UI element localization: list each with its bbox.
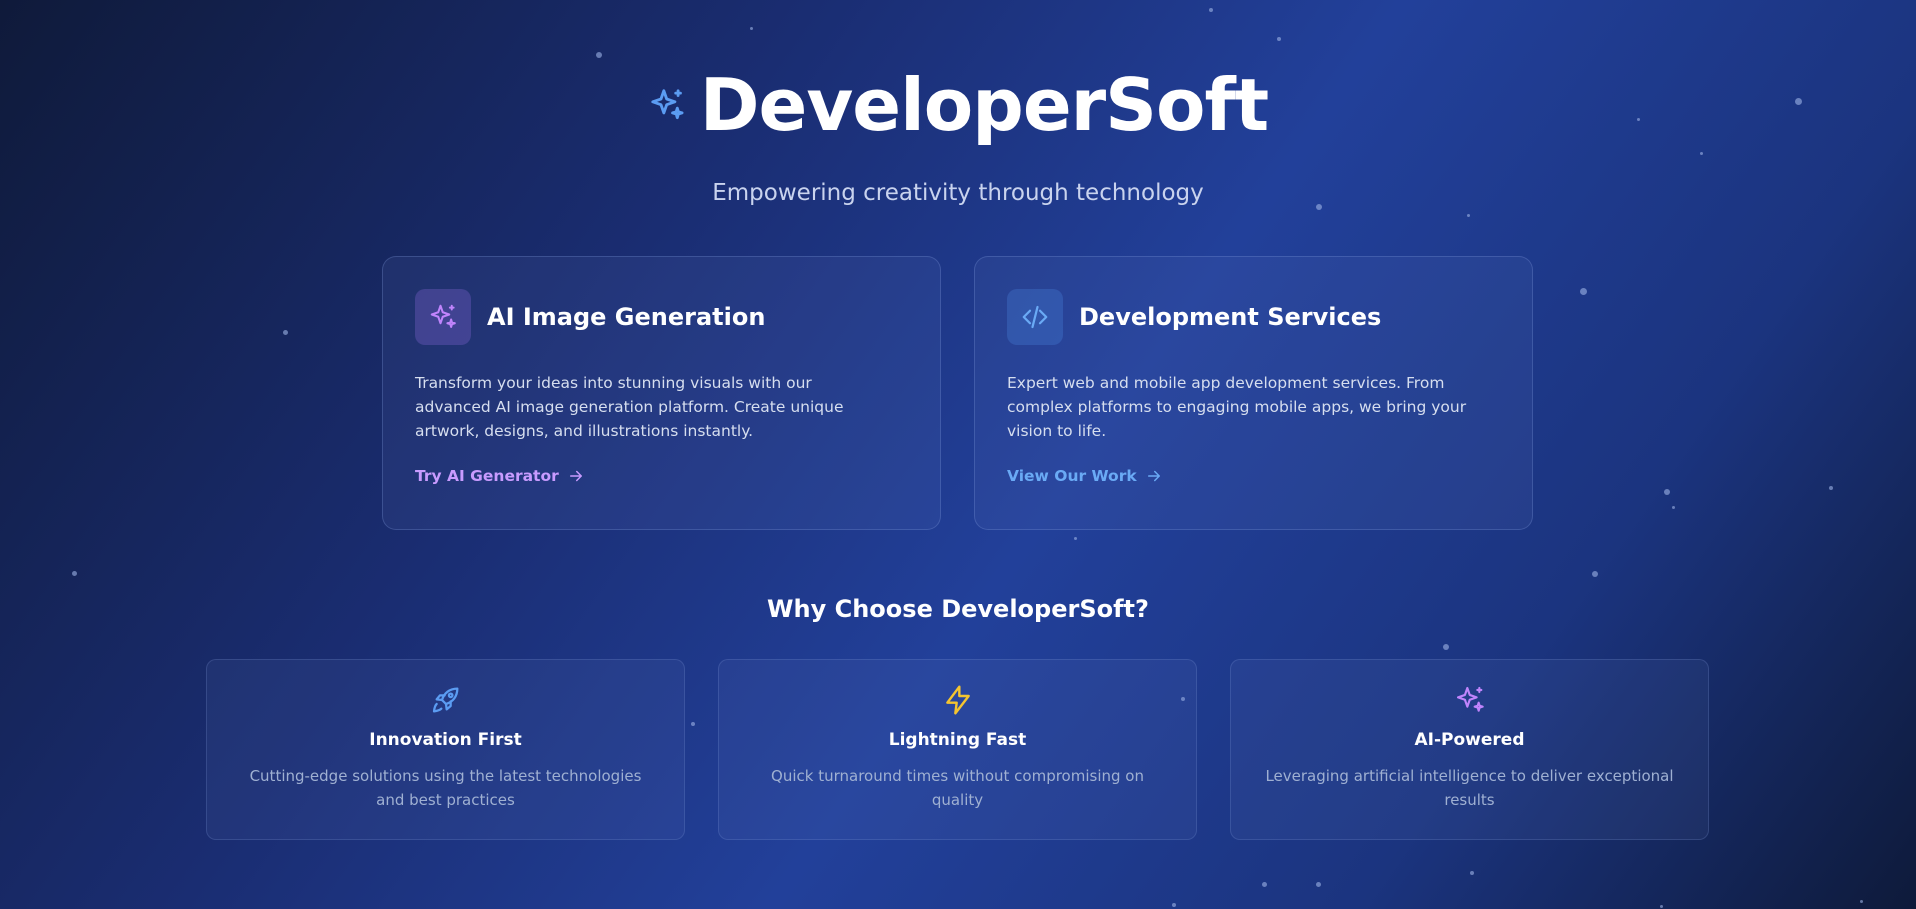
card-title: AI Image Generation <box>487 303 766 331</box>
feature-card-innovation: Innovation First Cutting-edge solutions … <box>206 659 685 840</box>
card-header: AI Image Generation <box>415 289 908 345</box>
code-icon <box>1022 305 1048 329</box>
sparkles-icon <box>648 86 686 124</box>
link-label: View Our Work <box>1007 467 1137 485</box>
link-label: Try AI Generator <box>415 467 559 485</box>
feature-description: Leveraging artificial intelligence to de… <box>1265 767 1674 809</box>
arrow-right-icon <box>569 470 582 482</box>
brand-row: DeveloperSoft <box>0 60 1916 150</box>
brand-title: DeveloperSoft <box>699 63 1269 147</box>
card-header: Development Services <box>1007 289 1500 345</box>
icon-tile <box>415 289 471 345</box>
service-card-development-services: Development Services Expert web and mobi… <box>974 256 1533 530</box>
try-ai-generator-link[interactable]: Try AI Generator <box>415 467 585 485</box>
arrow-right-icon <box>1147 470 1160 482</box>
icon-tile <box>1007 289 1063 345</box>
feature-card-lightning-fast: Lightning Fast Quick turnaround times wi… <box>718 659 1197 840</box>
hero-section: DeveloperSoft Empowering creativity thro… <box>0 60 1916 206</box>
tagline: Empowering creativity through technology <box>712 180 1204 206</box>
feature-card-ai-powered: AI-Powered Leveraging artificial intelli… <box>1230 659 1709 840</box>
card-description: Transform your ideas into stunning visua… <box>415 374 844 440</box>
card-description: Expert web and mobile app development se… <box>1007 374 1467 440</box>
feature-title: AI-Powered <box>1414 730 1525 750</box>
sparkles-icon <box>430 304 456 328</box>
rocket-icon <box>207 684 684 716</box>
sparkles-icon <box>1231 684 1708 716</box>
why-choose-heading: Why Choose DeveloperSoft? <box>767 595 1149 623</box>
view-our-work-link[interactable]: View Our Work <box>1007 467 1163 485</box>
card-title: Development Services <box>1079 303 1382 331</box>
feature-description: Quick turnaround times without compromis… <box>771 767 1144 809</box>
service-card-ai-image-generation: AI Image Generation Transform your ideas… <box>382 256 941 530</box>
lightning-icon <box>719 684 1196 716</box>
feature-title: Lightning Fast <box>888 730 1027 750</box>
feature-description: Cutting-edge solutions using the latest … <box>249 767 642 809</box>
feature-title: Innovation First <box>369 730 522 750</box>
